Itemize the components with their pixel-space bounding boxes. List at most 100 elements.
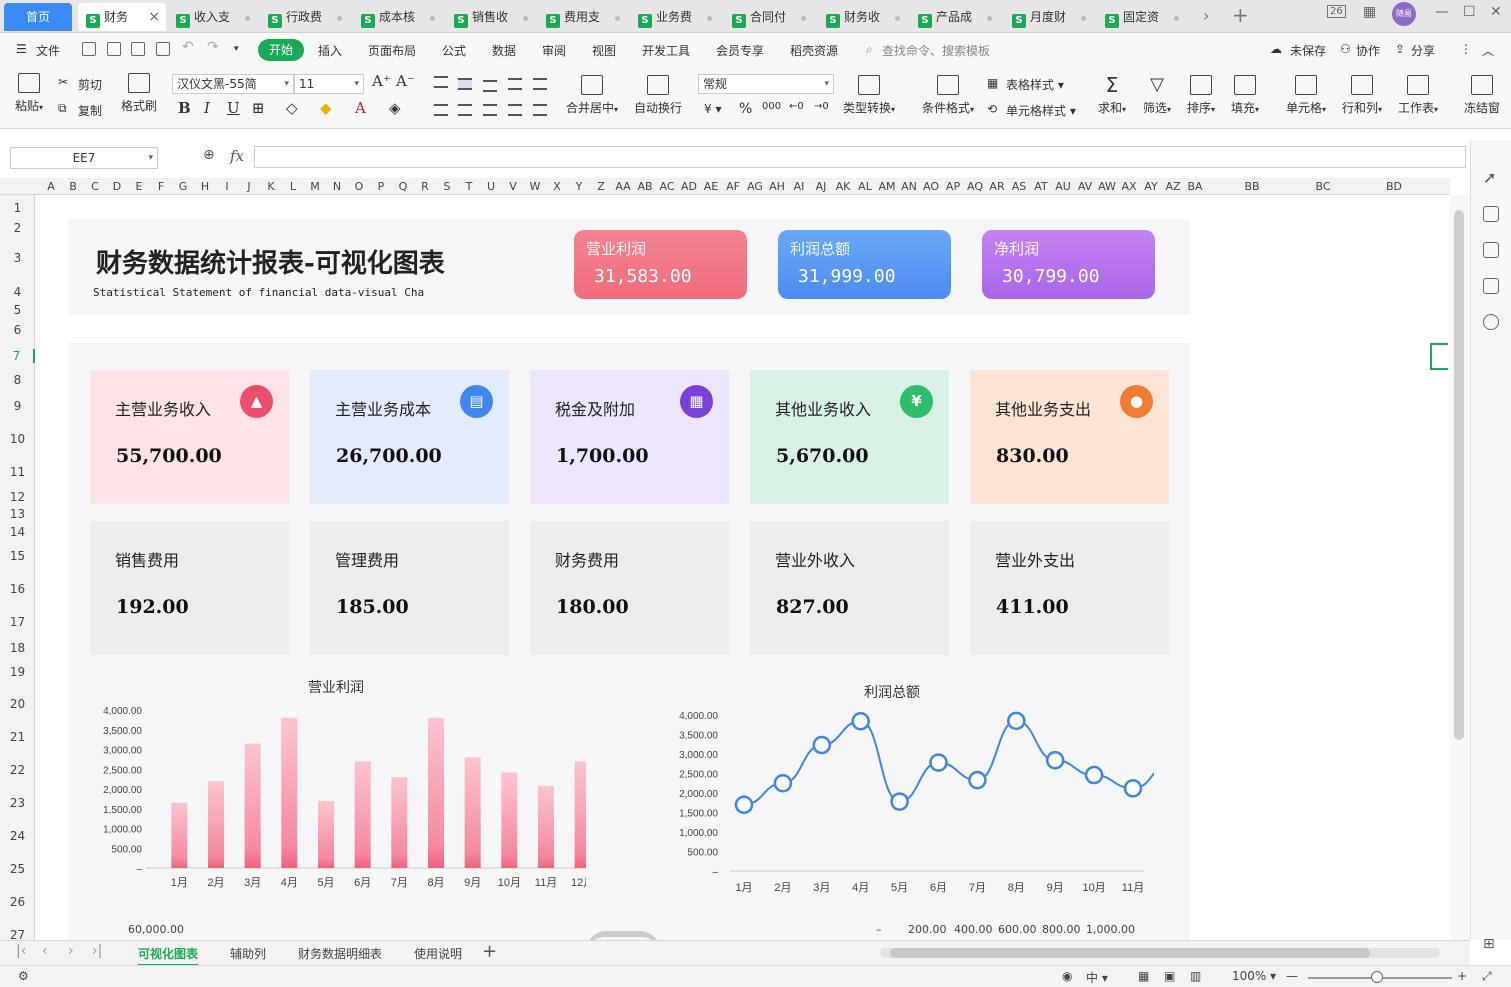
row-label[interactable]: 11 <box>0 465 35 479</box>
thousands-icon[interactable]: 000 <box>762 101 781 112</box>
number-format-select[interactable]: 常规 ▾ <box>698 74 834 94</box>
column-label[interactable]: AA <box>615 180 630 193</box>
minimize-button[interactable]: — <box>1435 4 1449 20</box>
column-label[interactable]: J <box>247 180 250 193</box>
column-label[interactable]: T <box>466 180 473 193</box>
user-avatar[interactable]: 随易 <box>1392 2 1416 26</box>
column-label[interactable]: G <box>179 180 188 193</box>
copy-button[interactable]: 复制 <box>78 102 102 119</box>
column-label[interactable]: U <box>487 180 495 193</box>
column-label[interactable]: AV <box>1078 180 1092 193</box>
menu-start[interactable]: 开始 <box>258 39 304 61</box>
worksheet-button[interactable]: 工作表▾ <box>1396 75 1440 116</box>
row-label[interactable]: 5 <box>0 303 35 317</box>
row-label[interactable]: 18 <box>0 641 35 655</box>
font-size-select[interactable]: 11 ▾ <box>294 74 364 94</box>
horizontal-scroll-thumb[interactable] <box>890 948 1370 958</box>
row-label[interactable]: 8 <box>0 373 35 387</box>
hamburger-icon[interactable]: ☰ <box>16 42 27 56</box>
sheet-canvas[interactable]: 财务数据统计报表-可视化图表 Statistical Statement of … <box>36 195 1450 940</box>
align-top-icon[interactable] <box>434 76 448 88</box>
input-mode-icon[interactable]: 中 ▾ <box>1086 969 1108 986</box>
column-label[interactable]: AH <box>769 180 785 193</box>
zoom-slider-handle[interactable] <box>1371 971 1383 983</box>
bold-icon[interactable]: B <box>178 99 191 117</box>
filter-button[interactable]: ▽ 筛选▾ <box>1140 75 1174 116</box>
increase-decimal-icon[interactable]: ←0 <box>789 101 804 112</box>
column-label[interactable]: B <box>69 180 77 193</box>
row-label[interactable]: 10 <box>0 432 35 446</box>
underline-icon[interactable]: U <box>227 99 240 117</box>
row-label[interactable]: 2 <box>0 221 35 235</box>
paste-button[interactable]: 粘贴▾ <box>12 73 46 114</box>
collab-button[interactable]: 协作 <box>1356 42 1380 59</box>
format-painter-button[interactable]: 格式刷 <box>120 73 158 114</box>
column-label[interactable]: BD <box>1386 180 1402 193</box>
column-label[interactable]: AG <box>747 180 763 193</box>
align-left-icon[interactable] <box>434 104 448 116</box>
print-preview-icon[interactable] <box>156 42 170 56</box>
close-tab-icon[interactable]: × <box>148 3 160 31</box>
menu-item[interactable]: 视图 <box>592 42 616 59</box>
fill-style-icon[interactable]: ◇ <box>286 99 298 117</box>
unsaved-status[interactable]: 未保存 <box>1290 42 1326 59</box>
fullscreen-icon[interactable]: ⤢ <box>1482 969 1492 984</box>
settings-sliders-icon[interactable] <box>1483 206 1499 222</box>
indent-increase-icon[interactable] <box>533 78 547 90</box>
merge-center-button[interactable]: 合并居中▾ <box>563 75 621 116</box>
row-label[interactable]: 13 <box>0 507 35 521</box>
column-label[interactable]: AS <box>1012 180 1027 193</box>
column-label[interactable]: AK <box>836 180 851 193</box>
column-label[interactable]: I <box>225 180 228 193</box>
redo-icon[interactable]: ↷ <box>207 39 219 55</box>
column-label[interactable]: AW <box>1098 180 1116 193</box>
column-label[interactable]: AM <box>878 180 895 193</box>
border-icon[interactable]: ⊞ <box>252 99 265 117</box>
column-label[interactable]: AZ <box>1165 180 1180 193</box>
export-icon[interactable] <box>107 42 121 56</box>
column-label[interactable]: AB <box>637 180 652 193</box>
distribute-icon[interactable] <box>533 104 547 116</box>
macro-icon[interactable]: ⚙ <box>18 969 29 983</box>
menu-item[interactable]: 开发工具 <box>642 42 690 59</box>
currency-icon[interactable]: ¥ ▾ <box>704 102 721 116</box>
menu-item[interactable]: 数据 <box>492 42 516 59</box>
column-label[interactable]: K <box>267 180 274 193</box>
row-label[interactable]: 9 <box>0 399 35 413</box>
speed-icon[interactable] <box>1483 314 1499 330</box>
row-label[interactable]: 17 <box>0 615 35 629</box>
horizontal-scrollbar[interactable] <box>880 948 1440 958</box>
row-col-button[interactable]: 行和列▾ <box>1340 75 1384 116</box>
wrap-text-button[interactable]: 自动换行 <box>632 75 684 116</box>
column-label[interactable]: AJ <box>816 180 827 193</box>
doc-tab[interactable]: S 产品成 <box>910 3 998 31</box>
row-label[interactable]: 22 <box>0 763 35 777</box>
row-label[interactable]: 24 <box>0 829 35 843</box>
menu-item[interactable]: 公式 <box>442 42 466 59</box>
align-right-icon[interactable] <box>483 104 497 116</box>
shapes-icon[interactable] <box>1483 242 1499 258</box>
page-layout-view-icon[interactable]: ▣ <box>1164 969 1175 983</box>
zoom-out-button[interactable]: — <box>1286 969 1298 983</box>
fill-button[interactable]: 填充▾ <box>1228 75 1262 116</box>
sum-button[interactable]: Σ 求和▾ <box>1095 75 1129 116</box>
column-label[interactable]: F <box>158 180 164 193</box>
doc-tab[interactable]: S 销售收 <box>446 3 534 31</box>
row-label[interactable]: 19 <box>0 665 35 679</box>
column-label[interactable]: BA <box>1187 180 1202 193</box>
cut-button[interactable]: 剪切 <box>78 76 102 93</box>
vertical-scroll-thumb[interactable] <box>1454 210 1464 740</box>
last-sheet-icon[interactable]: ›| <box>92 943 102 959</box>
backup-icon[interactable] <box>1483 278 1499 294</box>
align-center-icon[interactable] <box>458 104 472 116</box>
decrease-font-icon[interactable]: A⁻ <box>396 72 415 90</box>
zoom-level[interactable]: 100% ▾ <box>1232 969 1276 983</box>
column-label[interactable]: W <box>530 180 541 193</box>
column-label[interactable]: AT <box>1034 180 1047 193</box>
row-label[interactable]: 15 <box>0 549 35 563</box>
row-label[interactable]: 20 <box>0 697 35 711</box>
column-label[interactable]: AU <box>1055 180 1071 193</box>
more-icon[interactable]: ⋮ <box>1460 42 1472 56</box>
doc-tab[interactable]: S 财务收 <box>818 3 906 31</box>
menu-item[interactable]: 页面布局 <box>368 42 416 59</box>
